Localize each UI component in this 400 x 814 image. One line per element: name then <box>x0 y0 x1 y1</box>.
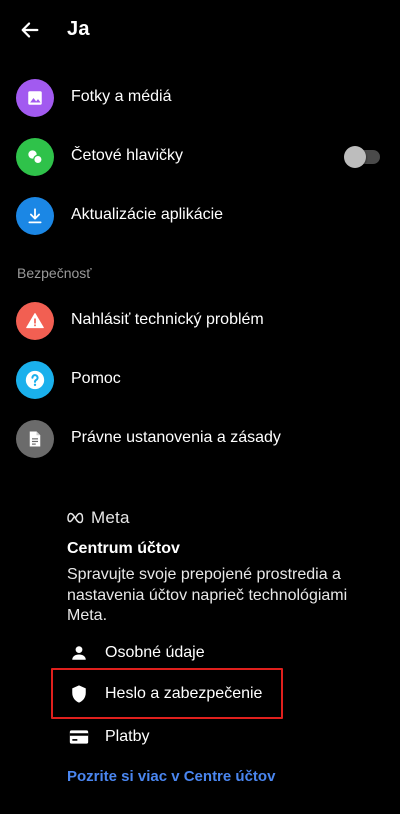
warning-icon <box>16 302 54 340</box>
settings-item-label: Právne ustanovenia a zásady <box>71 429 281 446</box>
settings-item-chat-heads[interactable]: Četové hlavičky <box>0 128 400 187</box>
settings-item-label: Četové hlavičky <box>71 147 184 164</box>
top-bar: Ja <box>0 0 400 58</box>
settings-item-app-updates[interactable]: Aktualizácie aplikácie <box>0 187 400 246</box>
card-icon <box>68 727 90 747</box>
settings-screen: Ja Fotky a médiá Četové hlavičky Aktuali… <box>0 0 400 814</box>
download-icon <box>16 197 54 235</box>
settings-item-label: Pomoc <box>71 370 121 387</box>
chat-heads-icon <box>16 138 54 176</box>
settings-item-label: Fotky a médiá <box>71 88 172 105</box>
accounts-item-payments[interactable]: Platby <box>56 718 286 756</box>
accounts-item-password-security[interactable]: Heslo a zabezpečenie <box>56 675 286 713</box>
settings-item-legal[interactable]: Právne ustanovenia a zásady <box>0 410 400 469</box>
back-button[interactable] <box>14 14 46 46</box>
help-icon <box>16 361 54 399</box>
settings-item-photos-media[interactable]: Fotky a médiá <box>0 69 400 128</box>
accounts-item-label: Heslo a zabezpečenie <box>105 685 263 702</box>
meta-brand-text: Meta <box>91 508 130 527</box>
shield-icon <box>68 684 90 704</box>
settings-item-label: Nahlásiť technický problém <box>71 311 264 328</box>
accounts-center-title: Centrum účtov <box>67 540 180 557</box>
toggle-knob <box>344 146 366 168</box>
settings-item-label: Aktualizácie aplikácie <box>71 206 224 223</box>
settings-item-report-problem[interactable]: Nahlásiť technický problém <box>0 292 400 351</box>
accounts-item-label: Osobné údaje <box>105 644 205 661</box>
photo-icon <box>16 79 54 117</box>
page-title: Ja <box>67 18 90 40</box>
section-header-security: Bezpečnosť <box>17 265 92 281</box>
accounts-center-link[interactable]: Pozrite si viac v Centre účtov <box>67 768 275 785</box>
accounts-item-personal-details[interactable]: Osobné údaje <box>56 634 286 672</box>
back-arrow-icon <box>21 22 39 38</box>
accounts-item-label: Platby <box>105 728 150 745</box>
accounts-center-description: Spravujte svoje prepojené prostredia a n… <box>67 566 348 624</box>
person-icon <box>68 643 90 663</box>
document-icon <box>16 420 54 458</box>
chat-heads-toggle[interactable] <box>344 146 380 168</box>
meta-logo: Meta <box>67 507 130 529</box>
settings-item-help[interactable]: Pomoc <box>0 351 400 410</box>
meta-infinity-icon <box>67 512 84 524</box>
